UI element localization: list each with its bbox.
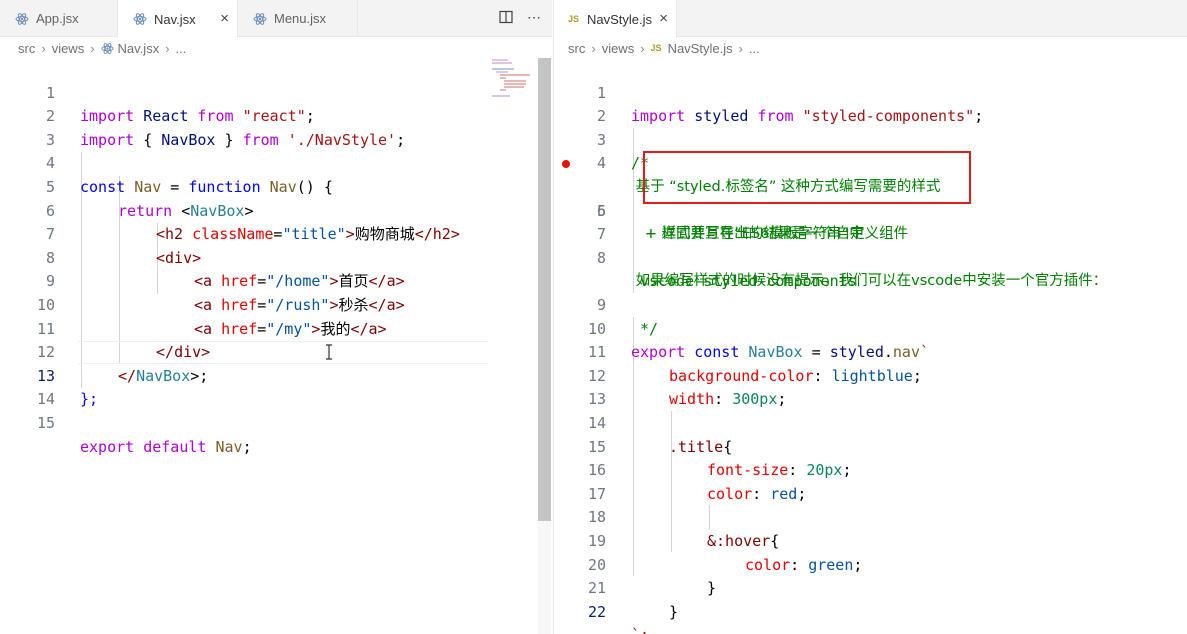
- breadcrumb-folder[interactable]: src: [18, 41, 35, 56]
- code-line: 18 &:hover{: [554, 483, 1187, 550]
- chevron-right-icon: ›: [90, 40, 95, 56]
- editor-actions: ⋯: [498, 9, 542, 25]
- chevron-right-icon: ›: [591, 40, 596, 56]
- code-line: 15 font-size: 20px;: [554, 412, 1187, 480]
- tab-navstyle-js[interactable]: JS NavStyle.js ×: [554, 0, 677, 38]
- close-icon[interactable]: ×: [659, 11, 668, 26]
- split-editor-icon[interactable]: [498, 9, 514, 25]
- code-line: 12 </NavBox>;: [0, 318, 552, 385]
- breadcrumb-more[interactable]: ...: [176, 41, 187, 56]
- code-line: 13 };: [0, 341, 552, 409]
- chevron-right-icon: ›: [41, 40, 46, 56]
- chevron-right-icon: ›: [165, 40, 170, 56]
- right-editor-pane: JS NavStyle.js × src › views › JS NavSty…: [553, 0, 1187, 634]
- code-line: 3 /*: [554, 105, 1187, 173]
- tab-label: Menu.jsx: [274, 11, 327, 26]
- code-line-wrap: vscode-styled-components: [631, 272, 857, 291]
- chevron-right-icon: ›: [640, 40, 645, 56]
- react-icon: [252, 11, 268, 27]
- code-line: 1 import styled from "styled-components"…: [554, 58, 1187, 126]
- code-line: 21 }: [554, 554, 1187, 621]
- left-tab-bar: App.jsx Nav.jsx × Menu.jsx ⋯: [0, 0, 552, 38]
- code-line: 12 width: 300px;: [554, 341, 1187, 409]
- react-icon: [132, 11, 148, 27]
- code-line: 14 .title{: [554, 388, 1187, 456]
- code-line: 13: [554, 365, 1187, 408]
- javascript-file-icon: JS: [650, 43, 662, 53]
- tab-nav-jsx[interactable]: Nav.jsx ×: [118, 0, 238, 38]
- breadcrumb-file[interactable]: Nav.jsx: [118, 41, 160, 56]
- breadcrumb-folder[interactable]: views: [602, 41, 635, 56]
- annotation-highlight-box: [643, 151, 971, 204]
- code-line: 15 export default Nav;: [0, 388, 552, 456]
- line-number: 22: [587, 602, 606, 621]
- code-line: 1 import React from "react";: [0, 58, 552, 126]
- code-line: 2: [554, 82, 1187, 125]
- code-line: 10 <a href="/my">我的</a>: [0, 270, 552, 338]
- code-line: 7 <div>: [0, 200, 552, 267]
- line-number: 15: [36, 413, 55, 432]
- right-tab-bar: JS NavStyle.js ×: [554, 0, 1187, 38]
- code-line: 17: [554, 459, 1187, 503]
- code-line: 3: [0, 105, 552, 149]
- breakpoint-dot[interactable]: [562, 160, 570, 169]
- code-line: 4 const Nav = function Nav() {: [0, 129, 552, 196]
- code-line: 2 import { NavBox } from './NavStyle';: [0, 82, 552, 149]
- tab-label: App.jsx: [36, 11, 79, 26]
- scrollbar-thumb[interactable]: [538, 58, 551, 521]
- chevron-right-icon: ›: [738, 40, 743, 56]
- code-line: 16 color: red;: [554, 436, 1187, 503]
- code-line: 6 <h2 className="title">购物商城</h2>: [0, 176, 552, 244]
- breadcrumb-folder[interactable]: src: [568, 41, 585, 56]
- code-line: 10 export const NavBox = styled.nav`: [554, 294, 1187, 362]
- javascript-file-icon: JS: [568, 14, 580, 24]
- text-cursor-icon: [325, 344, 333, 360]
- breadcrumb: src › views › JS NavStyle.js › ...: [568, 39, 760, 57]
- left-editor-pane: App.jsx Nav.jsx × Menu.jsx ⋯ src › views…: [0, 0, 552, 634]
- code-line: 4 基于 “styled.标签名” 这种方式编写需要的样式: [554, 129, 1187, 195]
- breadcrumb-folder[interactable]: views: [52, 41, 85, 56]
- react-icon: [14, 11, 30, 27]
- tab-label: NavStyle.js: [587, 11, 653, 27]
- code-line: 11 </div>: [0, 294, 552, 362]
- more-actions-icon[interactable]: ⋯: [526, 9, 542, 25]
- react-icon: [101, 42, 114, 55]
- code-line: 11 background-color: lightblue;: [554, 318, 1187, 385]
- code-line: 9 */: [554, 270, 1187, 338]
- close-icon[interactable]: ×: [220, 11, 229, 26]
- code-line: 19 color: green;: [554, 506, 1187, 574]
- tab-label: Nav.jsx: [154, 11, 196, 27]
- breadcrumb: src › views › Nav.jsx › ...: [18, 39, 186, 57]
- code-line: 20 }: [554, 530, 1187, 598]
- code-line: 5 return <NavBox>: [0, 152, 552, 220]
- tab-menu-jsx[interactable]: Menu.jsx: [238, 0, 358, 37]
- code-line: 14: [0, 365, 552, 408]
- code-line: 8 <a href="/home">首页</a>: [0, 223, 552, 291]
- code-line: 8 如果编写样式的时候没有提示，我们可以在vscode中安装一个官方插件：: [554, 223, 1187, 290]
- code-line: 9 <a href="/rush">秒杀</a>: [0, 247, 552, 314]
- breadcrumb-file[interactable]: NavStyle.js: [668, 41, 733, 56]
- tab-app-jsx[interactable]: App.jsx: [0, 0, 118, 37]
- code-line: 22 `;: [554, 577, 1187, 634]
- breadcrumb-more[interactable]: ...: [749, 41, 760, 56]
